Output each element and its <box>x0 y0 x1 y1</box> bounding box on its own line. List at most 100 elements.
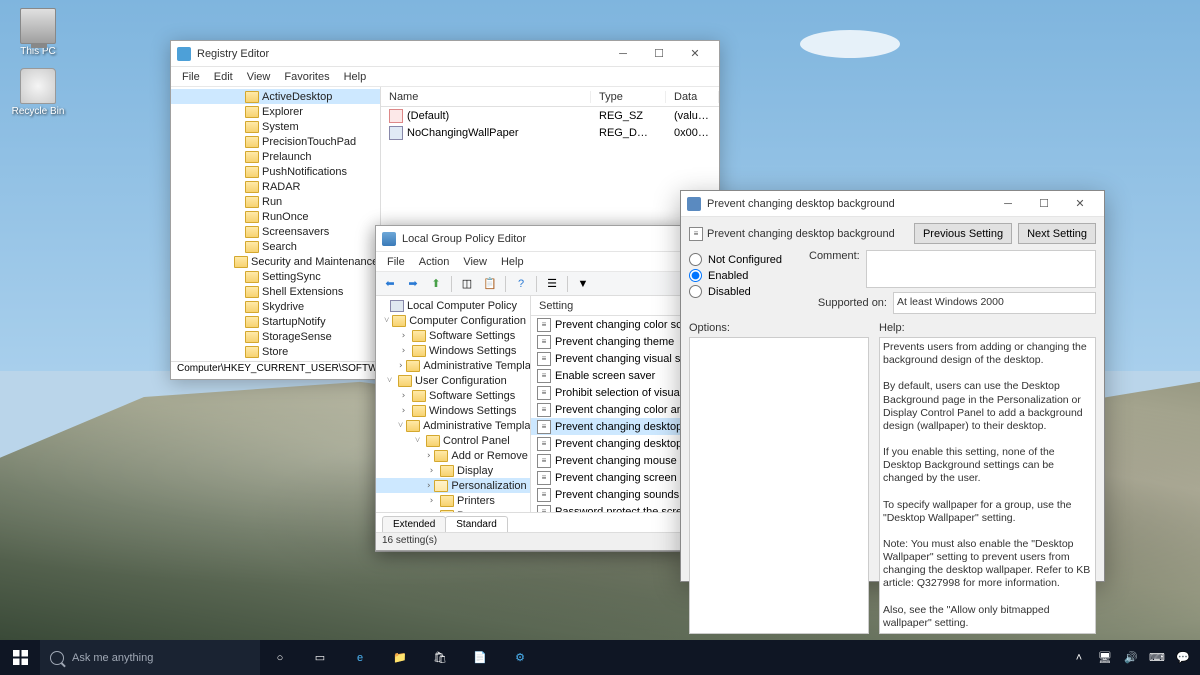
minimize-button[interactable]: ─ <box>605 44 641 64</box>
tree-node-programs[interactable]: ›Programs <box>376 508 530 512</box>
maximize-button[interactable]: ☐ <box>1026 194 1062 214</box>
tree-node-windows-settings[interactable]: ›Windows Settings <box>376 403 530 418</box>
col-type[interactable]: Type <box>591 91 666 103</box>
expand-icon[interactable]: › <box>398 331 409 341</box>
tree-node-software-settings[interactable]: ›Software Settings <box>376 328 530 343</box>
tree-node-storagesense[interactable]: StorageSense <box>171 329 380 344</box>
close-button[interactable]: ✕ <box>677 44 713 64</box>
expand-icon[interactable]: ˅ <box>412 435 423 446</box>
menu-view[interactable]: View <box>456 254 494 270</box>
tree-node-skydrive[interactable]: Skydrive <box>171 299 380 314</box>
tray-chevron-icon[interactable]: ˄ <box>1066 640 1092 675</box>
tree-node-administrative-templates[interactable]: ›Administrative Templates <box>376 358 530 373</box>
tray-network-icon[interactable]: 🖥 <box>1092 640 1118 675</box>
tree-node-search[interactable]: Search <box>171 239 380 254</box>
tree-node-radar[interactable]: RADAR <box>171 179 380 194</box>
expand-icon[interactable]: › <box>398 391 409 401</box>
registry-value-row[interactable]: (Default)REG_SZ(value not set) <box>381 107 719 124</box>
help-text-box[interactable]: Prevents users from adding or changing t… <box>879 337 1096 634</box>
tree-node-runonce[interactable]: RunOnce <box>171 209 380 224</box>
tree-node-administrative-templates[interactable]: ˅Administrative Templates <box>376 418 530 433</box>
tree-node-shell-extensions[interactable]: Shell Extensions <box>171 284 380 299</box>
titlebar[interactable]: Registry Editor ─ ☐ ✕ <box>171 41 719 67</box>
menu-favorites[interactable]: Favorites <box>277 69 336 85</box>
tree-root[interactable]: Local Computer Policy <box>376 298 530 313</box>
tree-node-run[interactable]: Run <box>171 194 380 209</box>
tree-node-control-panel[interactable]: ˅Control Panel <box>376 433 530 448</box>
expand-icon[interactable]: › <box>426 481 431 491</box>
cortana-button[interactable]: ○ <box>260 640 300 675</box>
expand-icon[interactable]: ˅ <box>398 420 403 431</box>
expand-icon[interactable]: › <box>426 496 437 506</box>
previous-setting-button[interactable]: Previous Setting <box>914 223 1012 244</box>
minimize-button[interactable]: ─ <box>990 194 1026 214</box>
filter-button[interactable]: ▼ <box>573 274 593 294</box>
expand-icon[interactable]: › <box>426 466 437 476</box>
expand-icon[interactable]: › <box>398 346 409 356</box>
expand-icon[interactable]: › <box>398 406 409 416</box>
tree-node-user-configuration[interactable]: ˅User Configuration <box>376 373 530 388</box>
tree-node-security-and-maintenance[interactable]: Security and Maintenance <box>171 254 380 269</box>
options-box[interactable] <box>689 337 869 634</box>
tray-ime-icon[interactable]: ⌨ <box>1144 640 1170 675</box>
tree-node-precisiontouchpad[interactable]: PrecisionTouchPad <box>171 134 380 149</box>
radio-enabled[interactable]: Enabled <box>689 269 799 282</box>
tree-node-activedesktop[interactable]: ActiveDesktop <box>171 89 380 104</box>
expand-icon[interactable]: ˅ <box>384 315 389 326</box>
menu-file[interactable]: File <box>175 69 207 85</box>
forward-button[interactable]: ➡ <box>403 274 423 294</box>
expand-icon[interactable]: ˅ <box>384 375 395 386</box>
menu-view[interactable]: View <box>240 69 278 85</box>
radio-disabled[interactable]: Disabled <box>689 285 799 298</box>
show-hide-tree-button[interactable]: ◫ <box>457 274 477 294</box>
task-view-button[interactable]: ▭ <box>300 640 340 675</box>
close-button[interactable]: ✕ <box>1062 194 1098 214</box>
menu-file[interactable]: File <box>380 254 412 270</box>
tree-node-display[interactable]: ›Display <box>376 463 530 478</box>
tree-node-taskmanager[interactable]: TaskManager <box>171 359 380 361</box>
radio-not-configured[interactable]: Not Configured <box>689 253 799 266</box>
taskbar-app-edge[interactable]: e <box>340 640 380 675</box>
tree-node-software-settings[interactable]: ›Software Settings <box>376 388 530 403</box>
expand-icon[interactable]: › <box>426 451 431 461</box>
comment-field[interactable] <box>866 250 1096 288</box>
maximize-button[interactable]: ☐ <box>641 44 677 64</box>
taskbar-app-notepad[interactable]: 📄 <box>460 640 500 675</box>
action-center-button[interactable]: 💬 <box>1170 640 1196 675</box>
tree-node-computer-configuration[interactable]: ˅Computer Configuration <box>376 313 530 328</box>
tree-node-screensavers[interactable]: Screensavers <box>171 224 380 239</box>
menu-edit[interactable]: Edit <box>207 69 240 85</box>
start-button[interactable] <box>0 640 40 675</box>
tree-node-store[interactable]: Store <box>171 344 380 359</box>
help-button[interactable]: ? <box>511 274 531 294</box>
tree-node-add-or-remove-programs[interactable]: ›Add or Remove Programs <box>376 448 530 463</box>
up-button[interactable]: ⬆ <box>426 274 446 294</box>
gpedit-tree-pane[interactable]: Local Computer Policy ˅Computer Configur… <box>376 296 531 512</box>
expand-icon[interactable]: › <box>426 511 437 513</box>
tree-node-printers[interactable]: ›Printers <box>376 493 530 508</box>
tree-node-startupnotify[interactable]: StartupNotify <box>171 314 380 329</box>
taskbar-app-explorer[interactable]: 📁 <box>380 640 420 675</box>
tab-standard[interactable]: Standard <box>445 516 508 532</box>
taskbar-app-settings[interactable]: ⚙ <box>500 640 540 675</box>
registry-tree-pane[interactable]: ActiveDesktopExplorerSystemPrecisionTouc… <box>171 87 381 361</box>
menu-help[interactable]: Help <box>494 254 531 270</box>
col-name[interactable]: Name <box>381 91 591 103</box>
next-setting-button[interactable]: Next Setting <box>1018 223 1096 244</box>
back-button[interactable]: ⬅ <box>380 274 400 294</box>
tab-extended[interactable]: Extended <box>382 516 446 532</box>
col-data[interactable]: Data <box>666 91 719 103</box>
titlebar[interactable]: Prevent changing desktop background ─ ☐ … <box>681 191 1104 217</box>
properties-button[interactable]: ☰ <box>542 274 562 294</box>
policy-setting-dialog[interactable]: Prevent changing desktop background ─ ☐ … <box>680 190 1105 582</box>
export-button[interactable]: 📋 <box>480 274 500 294</box>
tree-node-windows-settings[interactable]: ›Windows Settings <box>376 343 530 358</box>
taskbar-app-store[interactable]: 🛍 <box>420 640 460 675</box>
tree-node-pushnotifications[interactable]: PushNotifications <box>171 164 380 179</box>
tree-node-system[interactable]: System <box>171 119 380 134</box>
desktop-icon-this-pc[interactable]: This PC <box>10 8 66 57</box>
tree-node-settingsync[interactable]: SettingSync <box>171 269 380 284</box>
menu-action[interactable]: Action <box>412 254 457 270</box>
expand-icon[interactable]: › <box>398 361 403 371</box>
tree-node-personalization[interactable]: ›Personalization <box>376 478 530 493</box>
